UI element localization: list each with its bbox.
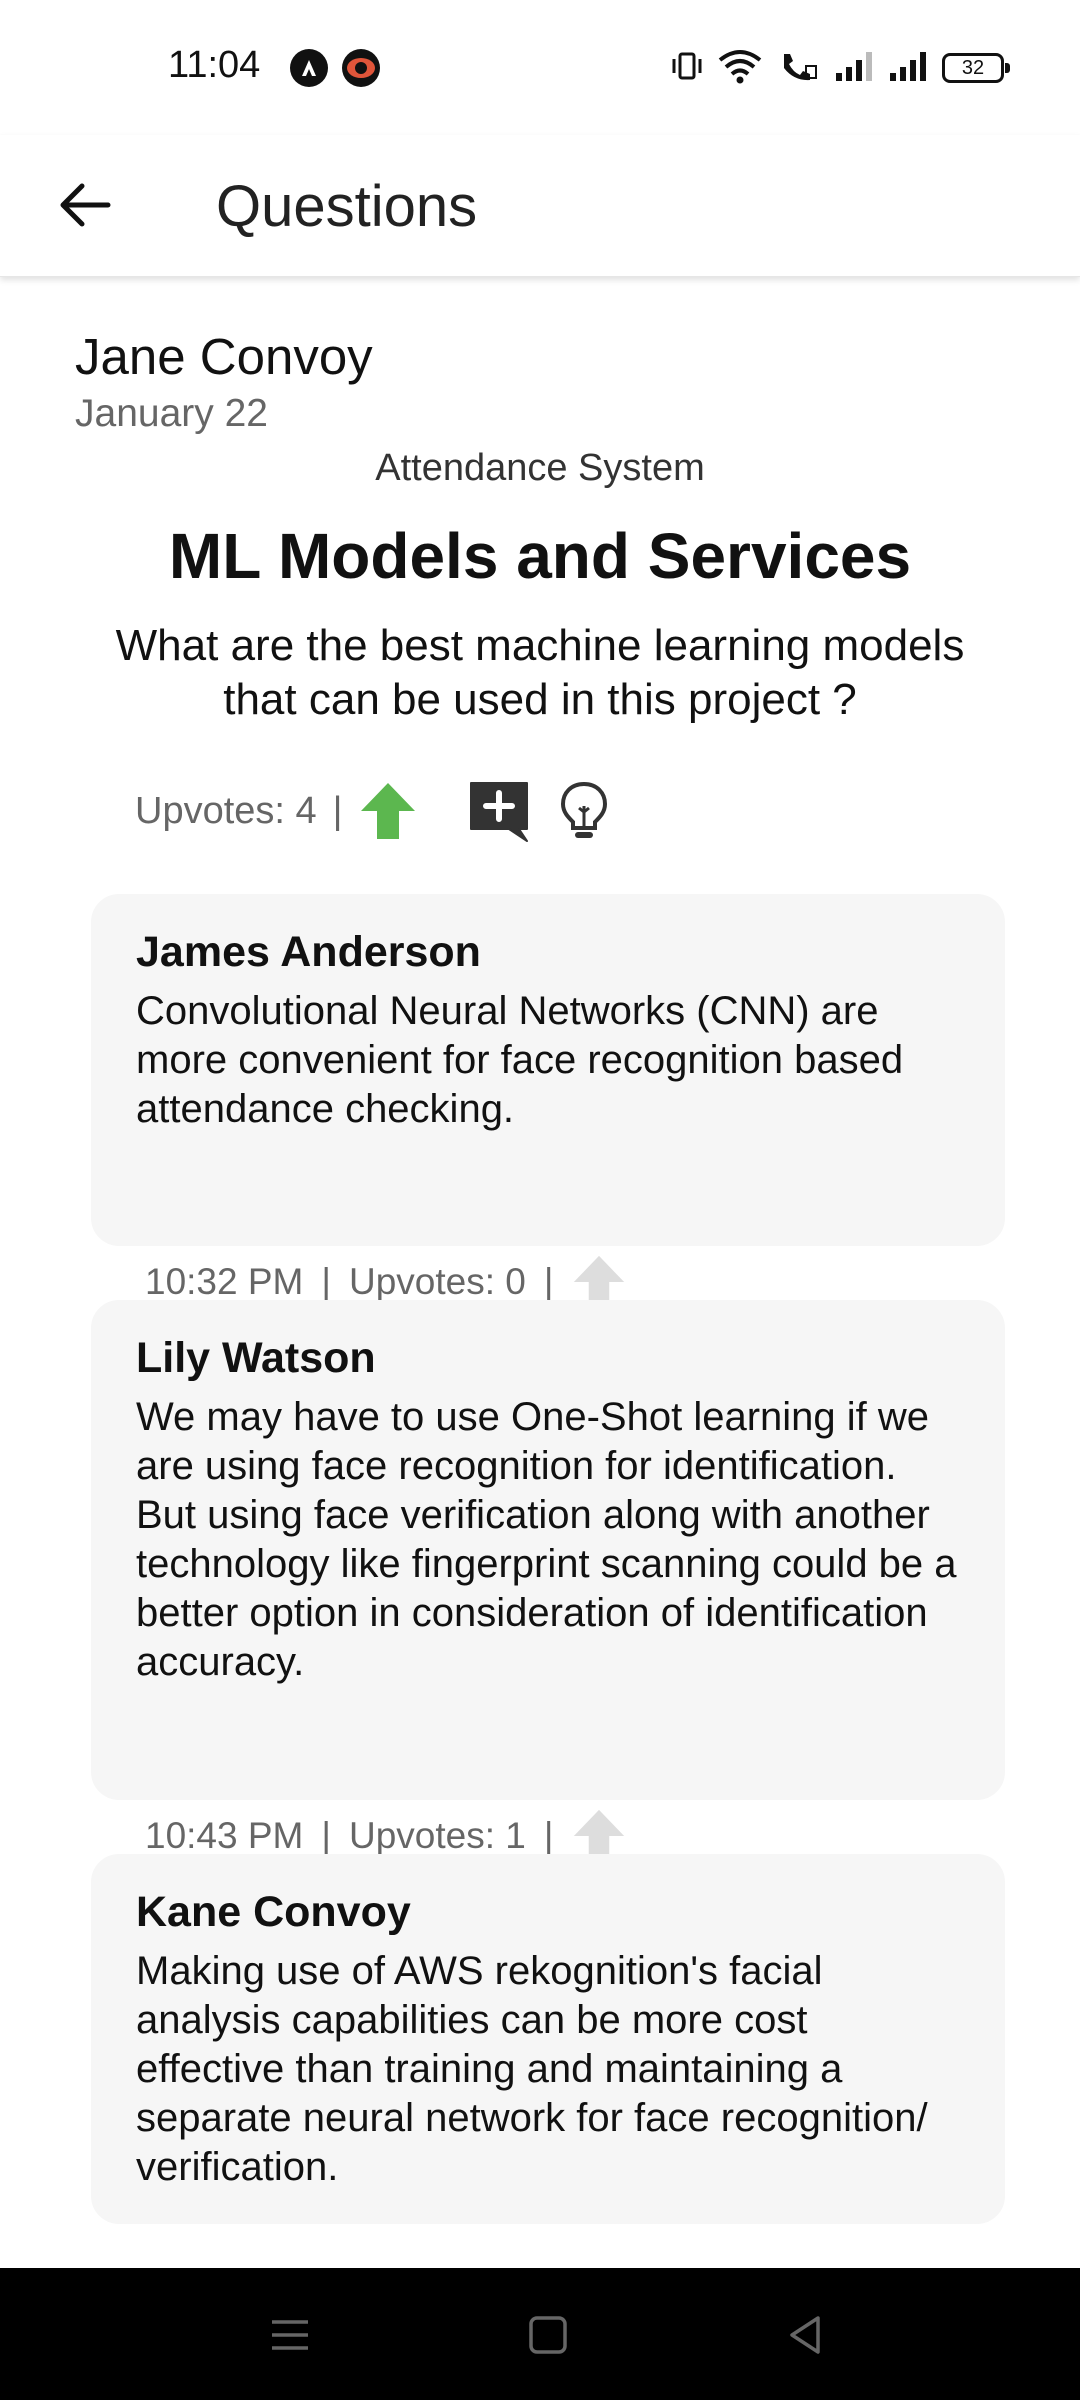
back-triangle-icon [790,2316,820,2354]
question-upvote-button[interactable] [359,781,417,841]
question-body: What are the best machine learning model… [115,621,965,724]
answer-author: Lily Watson [136,1334,376,1382]
answer-card: Lily Watson We may have to use One-Shot … [91,1300,1005,1800]
answer-text: Making use of AWS rekognition's facial a… [136,1949,928,2189]
question-title: ML Models and Services [168,520,912,592]
separator: | [543,1815,554,1856]
question-date: January 22 [75,392,268,435]
back-button[interactable] [40,165,130,245]
separator: | [321,1815,331,1856]
answer-time: 10:43 PM [145,1815,304,1856]
app-notification-icon [290,49,328,87]
nav-back-button[interactable] [776,2310,836,2360]
status-time: 11:04 [168,44,261,86]
question-upvote-count: Upvotes: 4 [135,789,317,832]
comment-plus-icon [469,782,528,842]
menu-icon [272,2320,308,2350]
home-square-icon [529,2316,567,2354]
nav-menu-button[interactable] [260,2310,320,2360]
nav-home-button[interactable] [518,2310,578,2360]
answer-card: James Anderson Convolutional Neural Netw… [91,894,1005,1246]
wifi-icon [718,48,762,89]
answer-text: Convolutional Neural Networks (CNN) are … [136,989,904,1131]
battery-indicator: 32 [942,53,1010,83]
page-title: Questions [216,174,478,239]
separator: | [332,789,343,832]
wifi-call-icon [776,48,820,89]
answer-author: Kane Convoy [136,1888,411,1936]
signal-icon-1 [834,49,874,88]
separator: | [321,1261,331,1302]
arrow-up-icon [360,783,415,839]
project-name: Attendance System [375,447,705,489]
answer-time: 10:32 PM [145,1261,304,1302]
answer-author: James Anderson [136,928,481,976]
answer-upvote-count: Upvotes: 1 [349,1815,526,1856]
add-answer-button[interactable] [467,779,531,843]
navigation-bar [0,2268,1080,2400]
arrow-left-icon [60,183,111,227]
separator: | [543,1261,554,1302]
question-author: Jane Convoy [75,328,373,385]
eye-notification-icon [342,49,380,87]
question-actions: Upvotes: 4 | [135,771,609,851]
status-bar: 11:04 32 [0,0,1080,135]
vibrate-icon [670,49,704,88]
status-indicators: 32 [670,46,1010,90]
signal-icon-2 [888,49,928,88]
lightbulb-icon [560,781,607,838]
app-bar: Questions [0,135,1080,277]
idea-button[interactable] [559,780,609,842]
answer-upvote-count: Upvotes: 0 [349,1261,526,1302]
answer-card: Kane Convoy Making use of AWS rekognitio… [91,1854,1005,2224]
answer-text: We may have to use One-Shot learning if … [136,1395,957,1684]
